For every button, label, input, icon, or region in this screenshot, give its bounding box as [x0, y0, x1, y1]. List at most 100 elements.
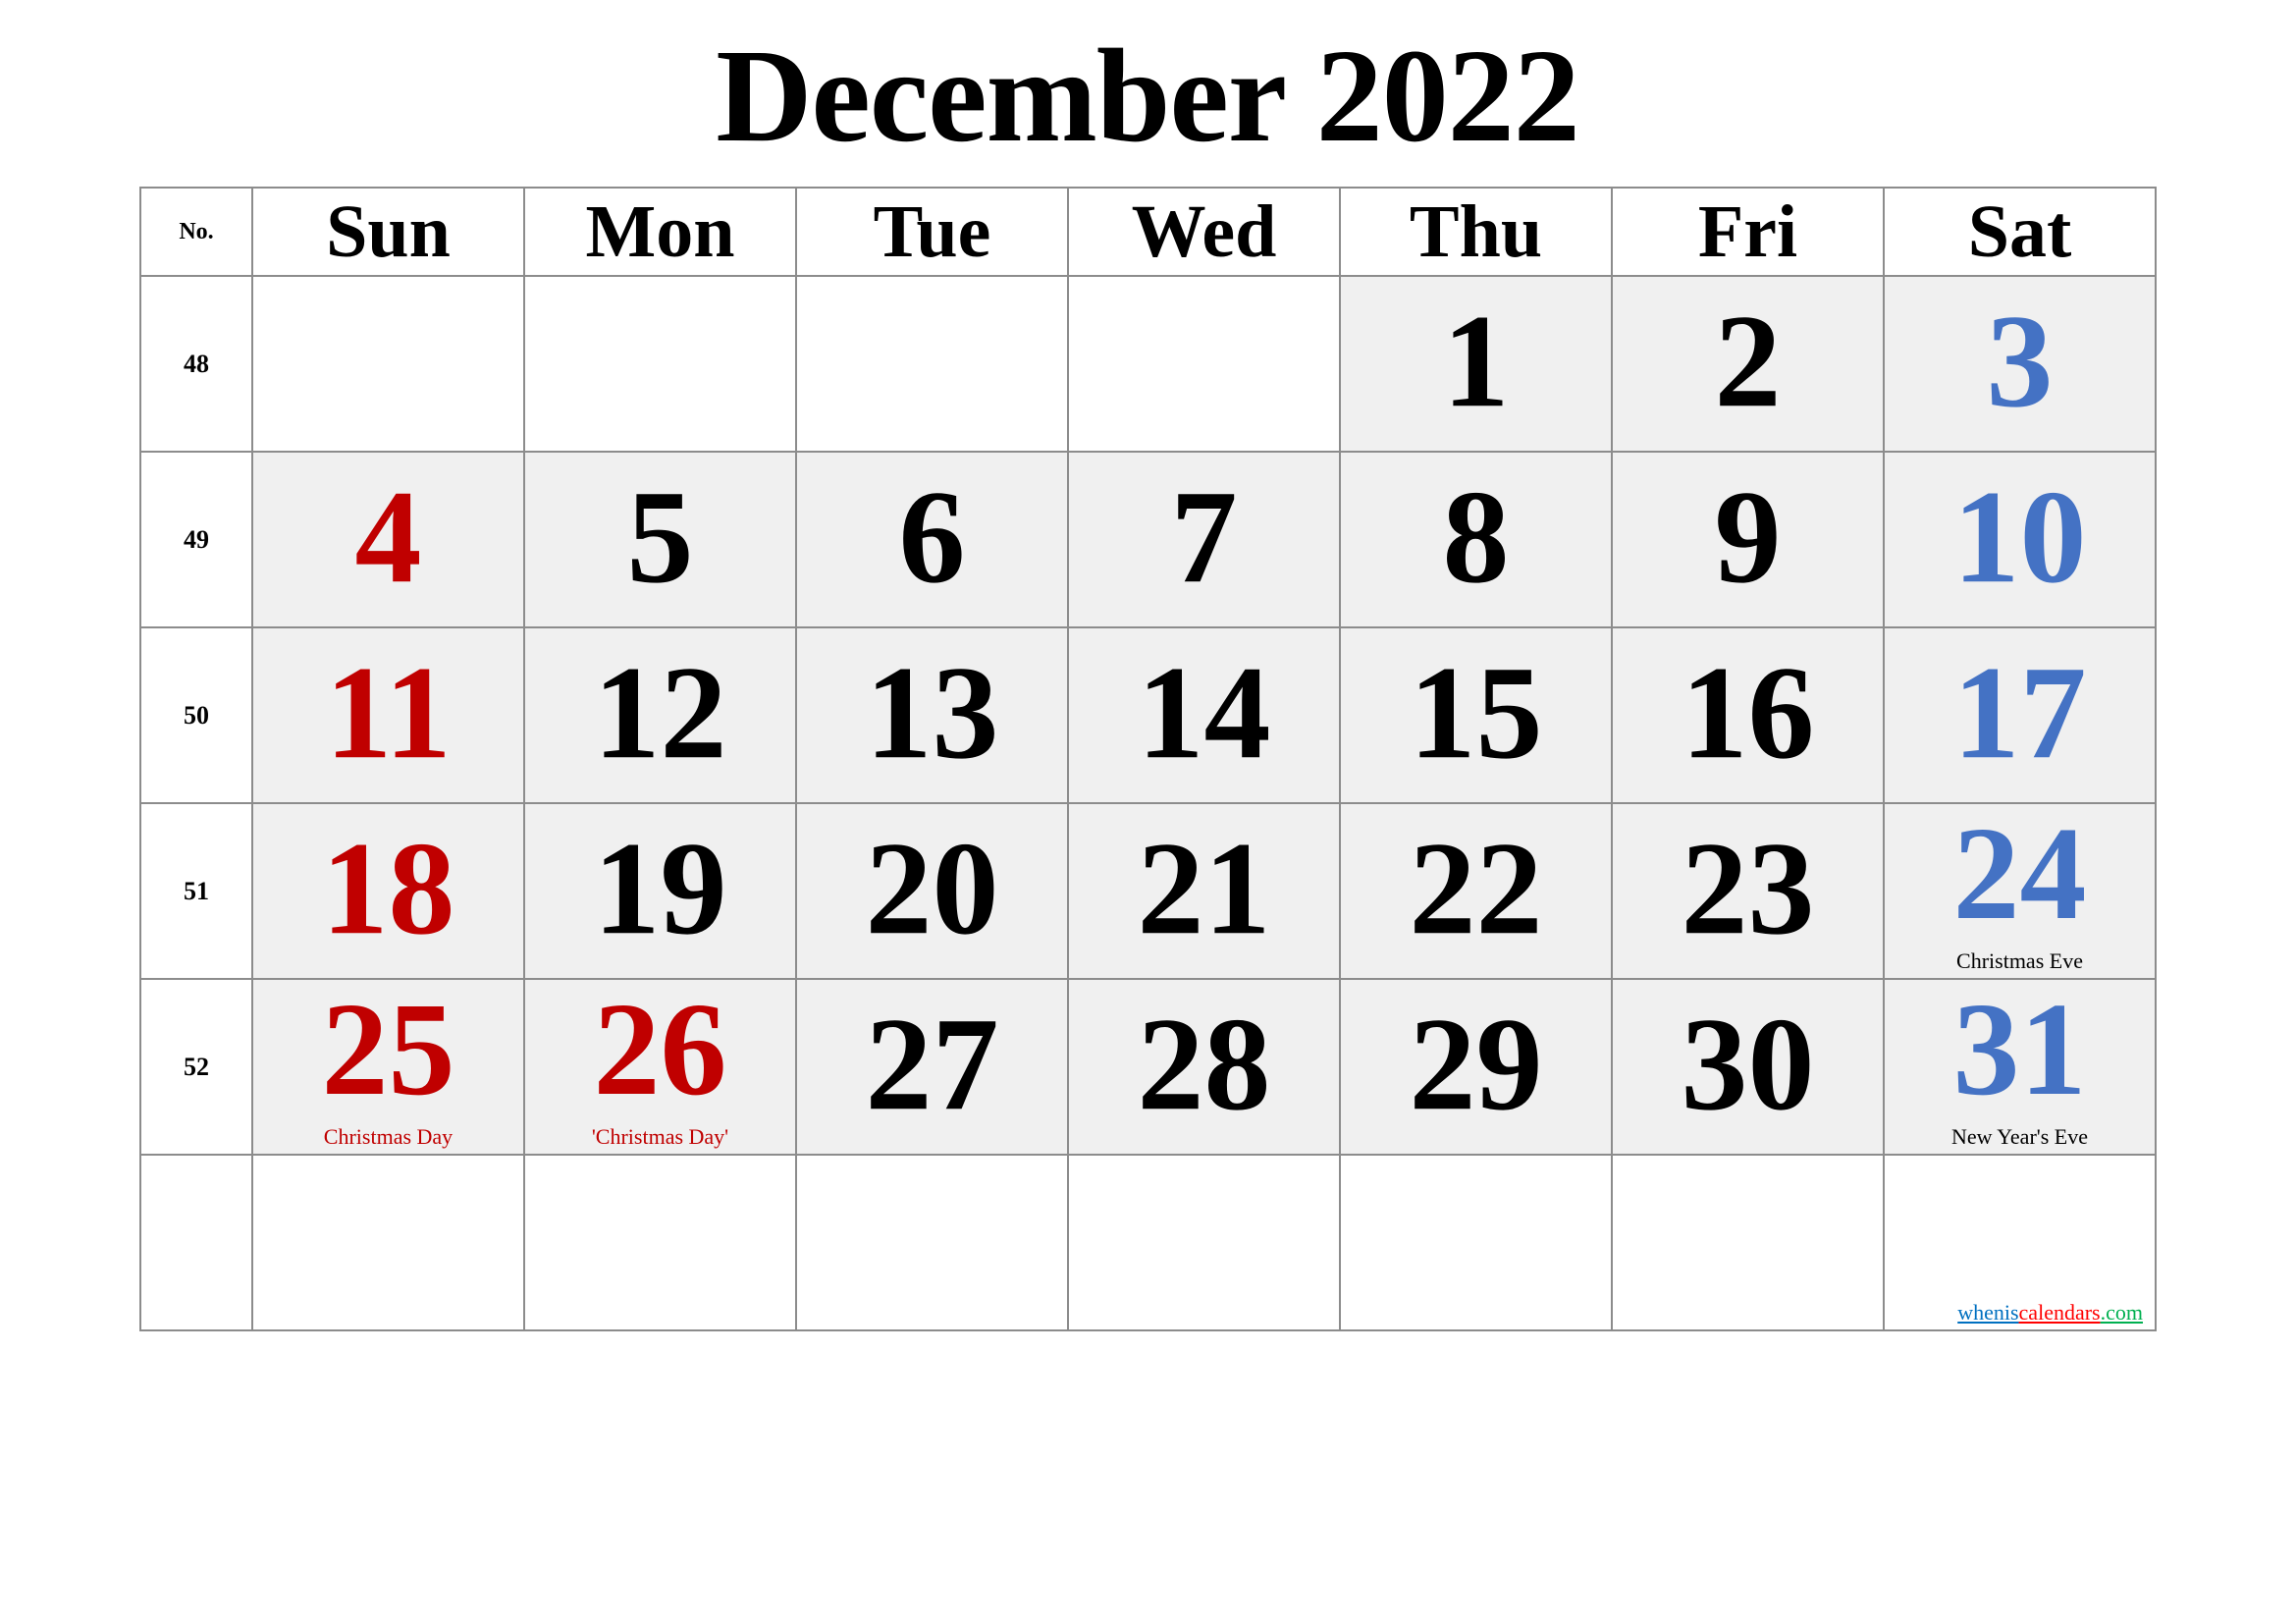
day-number: 3 — [1986, 287, 2054, 435]
watermark-link[interactable]: wheniscalendars.com — [1957, 1300, 2143, 1326]
week-number: 51 — [139, 802, 253, 980]
day-cell-thu: 8 — [1339, 451, 1613, 628]
day-cell-sat: 17 — [1883, 626, 2157, 804]
week-number: 50 — [139, 626, 253, 804]
day-number: 9 — [1714, 462, 1782, 611]
day-number: 26 — [593, 975, 727, 1123]
weekday-header-sat: Sat — [1883, 187, 2157, 277]
holiday-label: Christmas Eve — [1956, 948, 2083, 973]
day-number: 7 — [1170, 462, 1238, 611]
day-number: 31 — [1952, 975, 2087, 1123]
day-number: 14 — [1137, 638, 1271, 786]
day-cell-thu: 22 — [1339, 802, 1613, 980]
day-cell-thu: 1 — [1339, 275, 1613, 453]
day-cell-thu: 29 — [1339, 978, 1613, 1156]
day-cell-mon: 5 — [523, 451, 797, 628]
week-number-header: No. — [139, 187, 253, 277]
day-number: 24 — [1952, 799, 2087, 947]
watermark-part3[interactable]: .com — [2101, 1300, 2143, 1325]
day-cell-wed: 21 — [1067, 802, 1341, 980]
day-cell-sat: 31 New Year's Eve — [1883, 975, 2157, 1156]
day-number: 10 — [1952, 462, 2087, 611]
day-number: 30 — [1681, 990, 1815, 1138]
holiday-label: Christmas Day — [323, 1124, 454, 1149]
calendar-grid: No. Sun Mon Tue Wed Thu Fri Sat 48 1 2 3 49 4… — [139, 187, 2157, 1331]
week-row: 52 25 Christmas Day 26 'Christmas Day' 27 28 29… — [139, 975, 2157, 1156]
week-row: 48 1 2 3 — [139, 275, 2157, 453]
day-cell-wed: 7 — [1067, 451, 1341, 628]
day-cell-wed: 28 — [1067, 978, 1341, 1156]
day-cell-fri — [1611, 1154, 1885, 1331]
day-number: 20 — [865, 814, 999, 962]
page-title: December 2022 — [716, 23, 1580, 170]
weekday-header-thu: Thu — [1339, 187, 1613, 277]
day-cell-tue: 13 — [795, 626, 1069, 804]
day-number: 25 — [321, 975, 455, 1123]
holiday-label: 'Christmas Day' — [591, 1124, 729, 1149]
day-cell-mon: 26 'Christmas Day' — [523, 975, 797, 1156]
day-number: 27 — [865, 990, 999, 1138]
weekday-header-fri: Fri — [1611, 187, 1885, 277]
day-cell-fri: 2 — [1611, 275, 1885, 453]
week-row: 51 18 19 20 21 22 23 24 Christmas Eve — [139, 799, 2157, 980]
day-cell-thu: 15 — [1339, 626, 1613, 804]
day-number: 22 — [1409, 814, 1543, 962]
day-number: 5 — [626, 462, 694, 611]
day-cell-sun — [251, 1154, 525, 1331]
day-number: 12 — [593, 638, 727, 786]
week-number: 52 — [139, 978, 253, 1156]
day-cell-mon — [523, 1154, 797, 1331]
day-cell-sat: 3 — [1883, 275, 2157, 453]
day-cell-sat: wheniscalendars.com — [1883, 1154, 2157, 1331]
day-number: 21 — [1137, 814, 1271, 962]
day-cell-tue — [795, 275, 1069, 453]
day-number: 29 — [1409, 990, 1543, 1138]
day-cell-wed — [1067, 275, 1341, 453]
day-cell-tue: 27 — [795, 978, 1069, 1156]
day-number: 16 — [1681, 638, 1815, 786]
day-number: 1 — [1442, 287, 1510, 435]
week-number: 49 — [139, 451, 253, 628]
day-cell-fri: 16 — [1611, 626, 1885, 804]
week-row: 50 11 12 13 14 15 16 17 — [139, 626, 2157, 804]
weekday-header-wed: Wed — [1067, 187, 1341, 277]
holiday-label: New Year's Eve — [1951, 1124, 2088, 1149]
day-cell-tue: 20 — [795, 802, 1069, 980]
weekday-header-tue: Tue — [795, 187, 1069, 277]
day-cell-wed — [1067, 1154, 1341, 1331]
day-cell-tue — [795, 1154, 1069, 1331]
week-row: 49 4 5 6 7 8 9 10 — [139, 451, 2157, 628]
day-number: 19 — [593, 814, 727, 962]
day-cell-sun — [251, 275, 525, 453]
day-cell-sat: 10 — [1883, 451, 2157, 628]
weekday-header-mon: Mon — [523, 187, 797, 277]
day-cell-sun: 4 — [251, 451, 525, 628]
day-cell-sun: 18 — [251, 802, 525, 980]
day-cell-sun: 11 — [251, 626, 525, 804]
day-number: 23 — [1681, 814, 1815, 962]
day-cell-fri: 9 — [1611, 451, 1885, 628]
day-number: 28 — [1137, 990, 1271, 1138]
watermark-part2[interactable]: calendars — [2019, 1300, 2101, 1325]
watermark-part1[interactable]: whenis — [1957, 1300, 2018, 1325]
day-cell-tue: 6 — [795, 451, 1069, 628]
day-number: 13 — [865, 638, 999, 786]
day-cell-mon — [523, 275, 797, 453]
day-cell-fri: 23 — [1611, 802, 1885, 980]
day-cell-sun: 25 Christmas Day — [251, 975, 525, 1156]
day-number: 15 — [1409, 638, 1543, 786]
day-number: 4 — [354, 462, 422, 611]
day-cell-wed: 14 — [1067, 626, 1341, 804]
day-number: 2 — [1714, 287, 1782, 435]
day-number: 6 — [898, 462, 966, 611]
day-number: 18 — [321, 814, 455, 962]
day-number: 17 — [1952, 638, 2087, 786]
day-cell-sat: 24 Christmas Eve — [1883, 799, 2157, 980]
week-number — [139, 1154, 253, 1331]
day-cell-fri: 30 — [1611, 978, 1885, 1156]
day-number: 11 — [325, 638, 452, 786]
day-cell-mon: 12 — [523, 626, 797, 804]
weekday-header-sun: Sun — [251, 187, 525, 277]
week-row: wheniscalendars.com — [139, 1154, 2157, 1331]
week-number: 48 — [139, 275, 253, 453]
